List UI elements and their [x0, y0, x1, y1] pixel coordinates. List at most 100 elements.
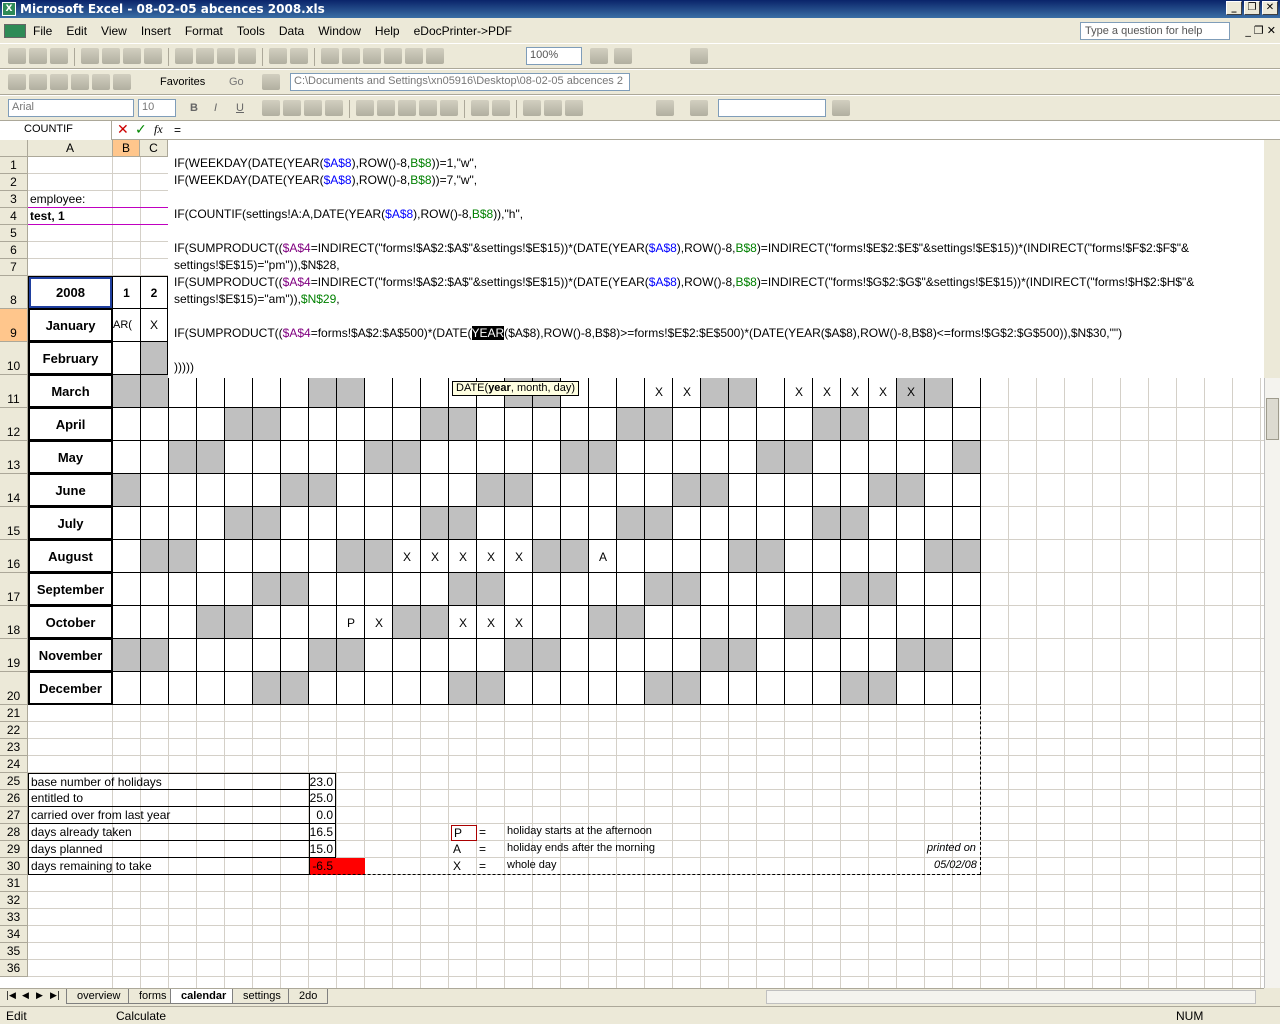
day-cell[interactable] [449, 573, 477, 606]
day-cell[interactable] [841, 672, 869, 705]
close-button[interactable]: ✕ [1262, 1, 1278, 15]
day-cell[interactable] [225, 672, 253, 705]
day-cell[interactable] [701, 375, 729, 408]
day-cell[interactable] [673, 540, 701, 573]
day-cell[interactable] [785, 606, 813, 639]
row-header[interactable]: 35 [0, 943, 28, 960]
day-cell[interactable] [393, 408, 421, 441]
day-cell[interactable] [253, 639, 281, 672]
day-cell[interactable] [869, 540, 897, 573]
day-cell[interactable] [337, 375, 365, 408]
chart-wizard-icon[interactable] [405, 48, 423, 64]
day-cell[interactable] [729, 639, 757, 672]
day-cell[interactable] [869, 573, 897, 606]
day-cell[interactable] [477, 672, 505, 705]
row-header[interactable]: 17 [0, 573, 28, 606]
day-cell[interactable] [169, 408, 197, 441]
day-cell[interactable] [337, 408, 365, 441]
day-cell[interactable] [841, 606, 869, 639]
day-cell[interactable] [953, 672, 981, 705]
day-cell[interactable] [533, 507, 561, 540]
day-cell[interactable] [281, 474, 309, 507]
day-cell[interactable] [197, 672, 225, 705]
day-cell[interactable] [365, 639, 393, 672]
row-header[interactable]: 6 [0, 242, 28, 259]
day-cell[interactable] [561, 672, 589, 705]
day-cell[interactable] [785, 573, 813, 606]
day-cell[interactable] [897, 606, 925, 639]
row-header[interactable]: 2 [0, 174, 28, 191]
day-cell[interactable] [617, 672, 645, 705]
day-cell[interactable] [197, 540, 225, 573]
increase-decimal-icon[interactable] [419, 100, 437, 116]
day-cell[interactable] [393, 573, 421, 606]
row-header[interactable]: 25 [0, 773, 28, 790]
day-cell[interactable] [281, 408, 309, 441]
italic-button[interactable]: I [214, 102, 217, 114]
day-cell[interactable] [701, 573, 729, 606]
vertical-scroll-thumb[interactable] [1266, 398, 1279, 440]
day-cell[interactable] [897, 639, 925, 672]
day-cell[interactable] [533, 441, 561, 474]
day-cell[interactable] [309, 540, 337, 573]
day-cell[interactable] [897, 540, 925, 573]
day-cell[interactable] [701, 639, 729, 672]
day-cell[interactable] [897, 441, 925, 474]
day-cell[interactable] [561, 639, 589, 672]
day-cell[interactable] [337, 507, 365, 540]
day-cell[interactable] [141, 375, 169, 408]
increase-indent-icon[interactable] [492, 100, 510, 116]
day-cell[interactable] [449, 672, 477, 705]
row-header[interactable]: 30 [0, 858, 28, 875]
day-cell[interactable] [869, 672, 897, 705]
day-cell[interactable] [141, 672, 169, 705]
align-center-icon[interactable] [283, 100, 301, 116]
day-cell[interactable] [757, 540, 785, 573]
day-cell[interactable] [673, 672, 701, 705]
day-cell[interactable] [589, 408, 617, 441]
day-cell[interactable] [701, 474, 729, 507]
day-cell[interactable] [449, 474, 477, 507]
edocprinter-icon[interactable] [690, 48, 708, 64]
row-header[interactable]: 36 [0, 960, 28, 977]
day-cell[interactable] [757, 474, 785, 507]
day-cell[interactable] [813, 507, 841, 540]
day-cell[interactable] [841, 441, 869, 474]
align-right-icon[interactable] [304, 100, 322, 116]
day-cell[interactable] [953, 639, 981, 672]
day-cell[interactable] [169, 672, 197, 705]
redo-icon[interactable] [290, 48, 308, 64]
day-cell[interactable] [925, 441, 953, 474]
day-cell[interactable] [113, 606, 141, 639]
compare-icon[interactable] [614, 48, 632, 64]
day-cell[interactable] [141, 606, 169, 639]
day-cell[interactable] [309, 672, 337, 705]
day-cell[interactable] [113, 474, 141, 507]
day-cell[interactable] [309, 507, 337, 540]
address-field[interactable]: C:\Documents and Settings\xn05916\Deskto… [290, 73, 630, 91]
row-header[interactable]: 32 [0, 892, 28, 909]
print-icon[interactable] [81, 48, 99, 64]
day-cell[interactable] [505, 408, 533, 441]
help-search-input[interactable]: Type a question for help [1080, 22, 1230, 40]
day-cell[interactable] [757, 408, 785, 441]
day-cell[interactable] [757, 573, 785, 606]
day-cell[interactable] [757, 375, 785, 408]
day-cell[interactable] [841, 408, 869, 441]
day-cell[interactable] [869, 441, 897, 474]
day-cell[interactable] [141, 342, 168, 375]
insert-function-icon[interactable]: fx [154, 122, 163, 137]
day-cell[interactable] [729, 540, 757, 573]
day-cell[interactable] [141, 639, 169, 672]
pen-color-icon[interactable] [832, 100, 850, 116]
undo-icon[interactable] [269, 48, 287, 64]
day-cell[interactable] [197, 573, 225, 606]
row-header[interactable]: 26 [0, 790, 28, 807]
day-cell[interactable] [953, 408, 981, 441]
row-header[interactable]: 15 [0, 507, 28, 540]
day-cell[interactable] [533, 540, 561, 573]
day-cell[interactable] [113, 507, 141, 540]
day-cell[interactable] [897, 474, 925, 507]
day-cell[interactable] [253, 573, 281, 606]
select-all-corner[interactable] [0, 140, 28, 157]
